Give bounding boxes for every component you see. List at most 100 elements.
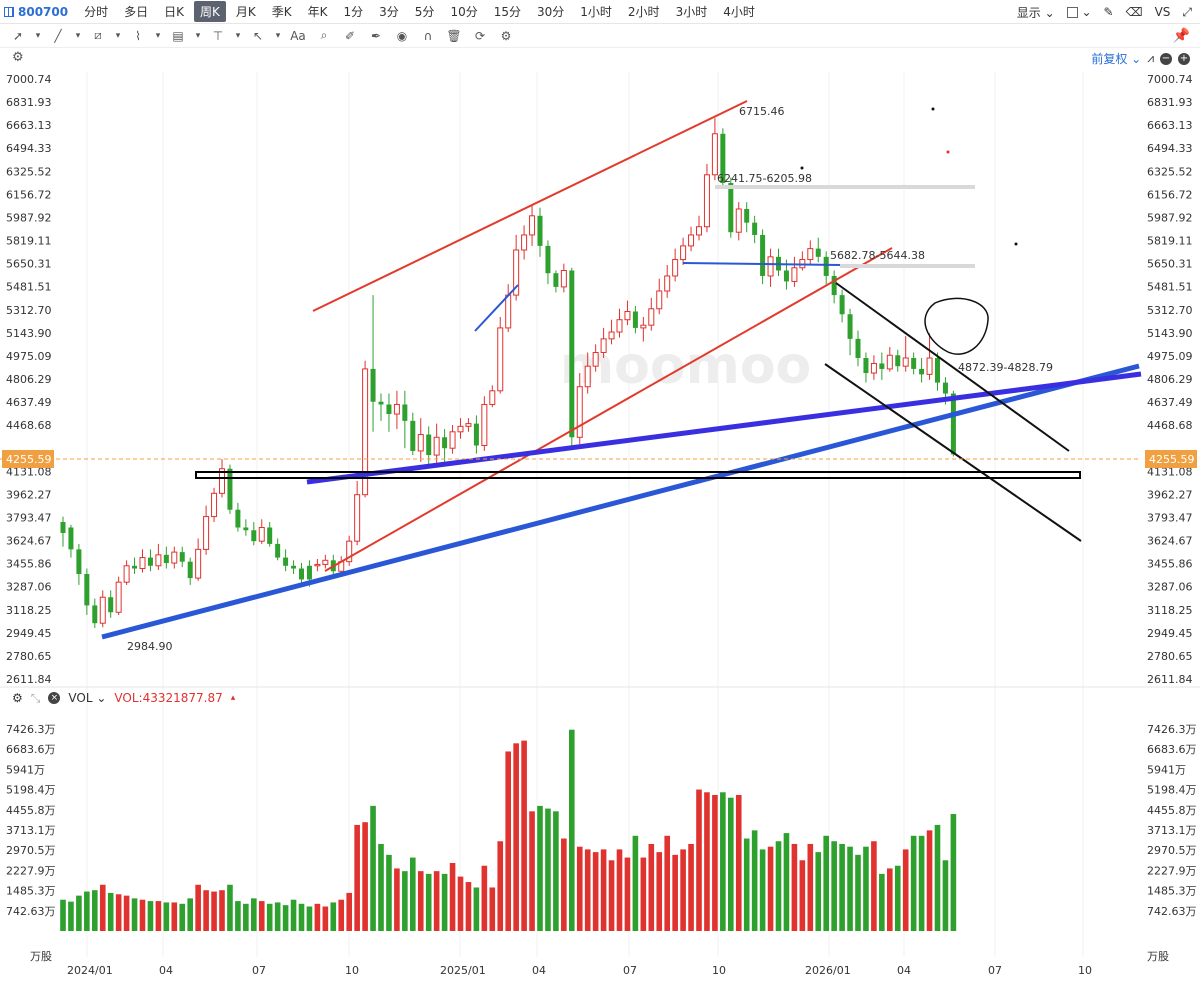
time-tick-label: 04 bbox=[532, 964, 546, 977]
volume-bar bbox=[656, 852, 663, 931]
price-tick-label: 3287.06 bbox=[1147, 581, 1193, 594]
candle-body bbox=[569, 270, 575, 438]
kline-chart[interactable]: moomoo 6715.46 2984.90 6241.75-6205.98 5… bbox=[0, 0, 1200, 984]
time-tick-label: 10 bbox=[345, 964, 359, 977]
circle-mark[interactable] bbox=[924, 297, 989, 355]
volume-bar bbox=[894, 865, 901, 931]
volume-bars bbox=[60, 729, 957, 931]
volume-bar bbox=[235, 901, 241, 931]
price-tick-label: 2949.45 bbox=[6, 627, 52, 640]
volume-bar bbox=[743, 838, 750, 931]
current-price-text-right: 4255.59 bbox=[1149, 453, 1195, 466]
price-tick-label: 3962.27 bbox=[1147, 488, 1193, 501]
volume-bar bbox=[410, 857, 416, 931]
volume-bar bbox=[767, 846, 774, 931]
volume-bar bbox=[433, 871, 440, 931]
volume-bar bbox=[354, 824, 360, 931]
volume-bar bbox=[394, 868, 400, 931]
volume-tick-label: 5941万 bbox=[6, 763, 45, 776]
volume-bar bbox=[115, 894, 122, 931]
volume-bar bbox=[529, 811, 535, 931]
price-tick-label: 3962.27 bbox=[6, 488, 52, 501]
dot-marker bbox=[800, 166, 804, 170]
candle-body bbox=[537, 215, 543, 246]
candle-body bbox=[60, 522, 66, 533]
volume-bar bbox=[243, 903, 249, 931]
price-tick-label: 3624.67 bbox=[1147, 535, 1193, 548]
candle-body bbox=[545, 245, 551, 274]
volume-bar bbox=[513, 743, 519, 931]
price-tick-label: 6325.52 bbox=[1147, 165, 1193, 178]
price-tick-label: 5650.31 bbox=[6, 258, 52, 271]
volume-tick-label: 2970.5万 bbox=[1147, 844, 1197, 857]
price-tick-label: 5819.11 bbox=[1147, 235, 1193, 248]
candle-body bbox=[449, 431, 456, 449]
candle-body bbox=[442, 437, 448, 449]
volume-bar bbox=[465, 882, 472, 931]
volume-bar bbox=[147, 901, 154, 931]
volume-bar bbox=[505, 751, 511, 931]
volume-bar bbox=[314, 903, 321, 931]
candle-body bbox=[155, 554, 162, 567]
candle-body bbox=[688, 234, 695, 247]
volume-bar bbox=[791, 843, 798, 931]
volume-bar bbox=[696, 789, 702, 931]
volume-bar bbox=[569, 729, 575, 931]
candle-body bbox=[147, 557, 153, 566]
candle-body bbox=[386, 404, 392, 415]
volume-bar bbox=[417, 871, 424, 931]
volume-bar bbox=[99, 884, 106, 931]
caret-up-icon: ▴ bbox=[230, 693, 236, 703]
volume-tick-label: 742.63万 bbox=[6, 905, 56, 918]
collapse-icon[interactable]: ⤡ bbox=[31, 691, 41, 706]
volume-bar bbox=[799, 860, 806, 931]
price-tick-label: 3793.47 bbox=[1147, 511, 1193, 524]
candle-body bbox=[624, 311, 631, 321]
neckline[interactable] bbox=[682, 262, 841, 266]
volume-bar bbox=[664, 835, 670, 931]
candle-body bbox=[895, 355, 901, 367]
volume-bar bbox=[274, 902, 281, 931]
candle-body bbox=[322, 559, 329, 565]
price-tick-label: 2780.65 bbox=[1147, 650, 1193, 663]
price-axis-right: 7000.74 6831.93 6663.13 6494.33 6325.52 6156.… bbox=[1147, 73, 1193, 686]
candle-body bbox=[457, 425, 464, 433]
candle-body bbox=[258, 527, 265, 542]
volume-bar bbox=[918, 835, 925, 931]
volume-bar bbox=[84, 891, 90, 931]
zone-label-1: 6241.75-6205.98 bbox=[717, 172, 812, 185]
price-tick-label: 3118.25 bbox=[1147, 604, 1193, 617]
price-tick-label: 6156.72 bbox=[6, 188, 52, 201]
candle-body bbox=[211, 492, 218, 518]
long-support-line[interactable] bbox=[101, 363, 1140, 640]
volume-bar bbox=[672, 854, 678, 931]
candle-body bbox=[481, 403, 488, 446]
volume-bar bbox=[704, 792, 710, 931]
candle-body bbox=[465, 423, 472, 427]
time-tick-label: 07 bbox=[623, 964, 637, 977]
volume-tick-label: 1485.3万 bbox=[1147, 885, 1197, 898]
candle-body bbox=[760, 234, 766, 276]
close-icon[interactable]: × bbox=[48, 692, 61, 704]
volume-bar bbox=[211, 891, 217, 931]
candle-body bbox=[886, 354, 893, 370]
price-tick-label: 4806.29 bbox=[6, 373, 52, 386]
candle-body bbox=[735, 208, 742, 233]
price-tick-label: 5143.90 bbox=[1147, 327, 1193, 340]
volume-bar bbox=[425, 873, 432, 931]
volume-bar bbox=[290, 899, 297, 931]
volume-settings-icon[interactable]: ⚙ bbox=[12, 691, 23, 705]
volume-bar bbox=[306, 906, 313, 931]
volume-bar bbox=[123, 895, 130, 931]
lower-channel-line[interactable] bbox=[324, 247, 893, 572]
volume-bar bbox=[887, 868, 893, 931]
candle-body bbox=[744, 208, 750, 223]
volume-indicator-select[interactable]: VOL ⌄ bbox=[68, 691, 106, 705]
upper-channel-line[interactable] bbox=[312, 100, 748, 312]
volume-tick-label: 4455.8万 bbox=[1147, 804, 1197, 817]
candle-body bbox=[187, 561, 193, 579]
support-zone-box[interactable] bbox=[195, 471, 1081, 479]
volume-bar bbox=[163, 902, 170, 931]
volume-bar bbox=[258, 901, 265, 931]
small-blue-line[interactable] bbox=[474, 284, 519, 332]
